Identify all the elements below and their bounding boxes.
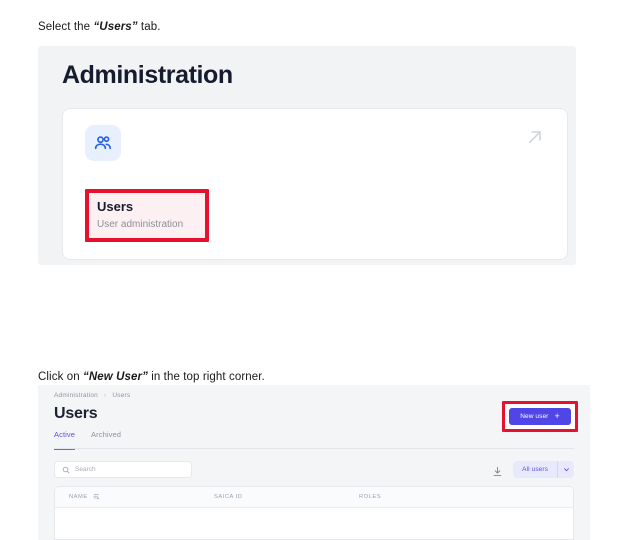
sort-filter-icon[interactable] bbox=[93, 493, 100, 502]
tabs-divider bbox=[54, 448, 574, 449]
users-card-highlight-box[interactable]: Users User administration bbox=[85, 189, 209, 242]
users-table: NAME SAICA ID ROLES bbox=[54, 486, 574, 540]
users-page-body: Administration › Users Users New user + … bbox=[38, 385, 590, 540]
column-header-roles[interactable]: ROLES bbox=[359, 494, 504, 500]
column-header-name-label: NAME bbox=[69, 494, 88, 500]
instruction-step-1-prefix: Select the bbox=[38, 21, 94, 33]
search-input[interactable] bbox=[75, 466, 184, 473]
table-body bbox=[55, 508, 573, 539]
instruction-step-2-suffix: in the top right corner. bbox=[147, 371, 265, 383]
chevron-down-icon[interactable] bbox=[557, 461, 574, 478]
new-user-highlight-box: New user + bbox=[502, 401, 578, 432]
instruction-step-2-emphasis: “New User” bbox=[83, 371, 148, 383]
search-field[interactable] bbox=[54, 461, 192, 478]
all-users-filter-group[interactable]: All users bbox=[513, 461, 574, 478]
new-user-button[interactable]: New user + bbox=[509, 408, 571, 425]
users-group-icon bbox=[85, 125, 121, 161]
instruction-step-1: Select the “Users” tab. bbox=[38, 21, 161, 33]
plus-icon: + bbox=[554, 411, 560, 421]
arrow-up-right-icon[interactable] bbox=[525, 127, 545, 147]
instruction-step-2: Click on “New User” in the top right cor… bbox=[38, 371, 265, 383]
users-list-screenshot-panel: Administration › Users Users New user + … bbox=[38, 385, 590, 540]
breadcrumb-root-link[interactable]: Administration bbox=[54, 392, 98, 399]
instruction-step-2-prefix: Click on bbox=[38, 371, 83, 383]
table-toolbar-right: All users bbox=[492, 461, 574, 478]
breadcrumb-current: Users bbox=[112, 392, 131, 399]
users-card-title: Users bbox=[97, 199, 134, 214]
users-admin-card[interactable]: Users User administration bbox=[62, 108, 568, 260]
tab-archived[interactable]: Archived bbox=[91, 430, 121, 450]
breadcrumb: Administration › Users bbox=[54, 392, 130, 399]
tab-active[interactable]: Active bbox=[54, 430, 76, 450]
tabs-bar: Active Archived bbox=[54, 430, 121, 450]
column-header-name[interactable]: NAME bbox=[69, 493, 214, 502]
administration-page-title: Administration bbox=[62, 61, 233, 89]
column-header-saica-id[interactable]: SAICA ID bbox=[214, 494, 359, 500]
table-header-row: NAME SAICA ID ROLES bbox=[55, 487, 573, 508]
instruction-step-1-suffix: tab. bbox=[137, 21, 161, 33]
all-users-filter-button[interactable]: All users bbox=[513, 461, 557, 478]
users-card-subtitle: User administration bbox=[97, 219, 184, 230]
instruction-step-1-emphasis: “Users” bbox=[93, 21, 138, 33]
chevron-right-icon: › bbox=[103, 392, 107, 399]
page-title: Users bbox=[54, 405, 98, 422]
search-icon bbox=[62, 461, 70, 479]
download-icon[interactable] bbox=[492, 464, 503, 476]
new-user-button-label: New user bbox=[520, 413, 549, 420]
administration-screenshot-panel: Administration Users User administration bbox=[38, 46, 576, 265]
